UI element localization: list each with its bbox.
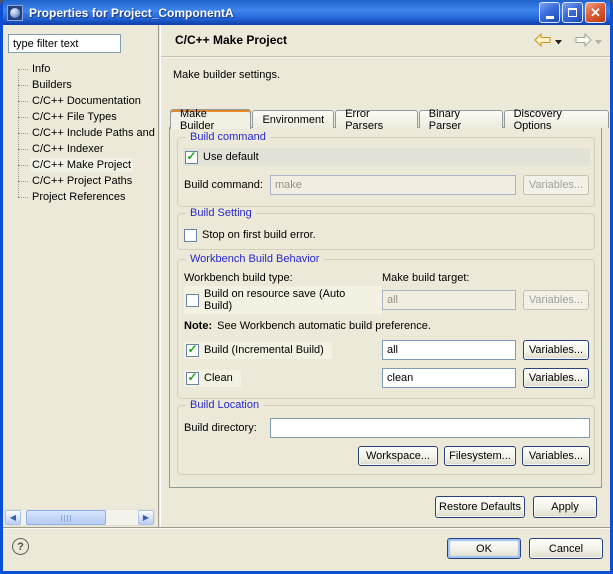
- incremental-build-checkbox[interactable]: [186, 344, 199, 357]
- auto-build-checkbox-row[interactable]: Build on resource save (Auto Build): [184, 286, 382, 314]
- maximize-icon: [568, 8, 577, 17]
- auto-build-label: Build on resource save (Auto Build): [204, 288, 374, 312]
- build-command-variables-button[interactable]: Variables...: [523, 175, 589, 195]
- close-button[interactable]: ✕: [585, 2, 606, 23]
- main-panel: C/C++ Make Project: [160, 25, 610, 527]
- workbench-build-behavior-group: Workbench Build Behavior Workbench build…: [177, 259, 595, 399]
- build-setting-group-title: Build Setting: [186, 207, 256, 219]
- filesystem-button[interactable]: Filesystem...: [444, 446, 516, 466]
- build-command-field[interactable]: [270, 175, 516, 195]
- page-description: Make builder settings.: [173, 69, 280, 81]
- maximize-button[interactable]: [562, 2, 583, 23]
- build-command-label: Build command:: [184, 179, 270, 191]
- make-builder-tab-panel: Build command Use default Build command:…: [169, 127, 602, 488]
- tree-item-builders[interactable]: Builders: [9, 77, 158, 93]
- back-dropdown-icon[interactable]: [555, 36, 562, 48]
- tree-item-cpp-file-types[interactable]: C/C++ File Types: [9, 109, 158, 125]
- tab-make-builder[interactable]: Make Builder: [170, 109, 251, 129]
- tree-item-cpp-documentation[interactable]: C/C++ Documentation: [9, 93, 158, 109]
- tab-error-parsers[interactable]: Error Parsers: [335, 110, 418, 128]
- properties-tree: Info Builders C/C++ Documentation C/C++ …: [9, 61, 158, 205]
- title-bar[interactable]: Properties for Project_ComponentA ✕: [3, 0, 610, 25]
- sidebar-horizontal-scrollbar[interactable]: ◀ ▶: [4, 509, 155, 526]
- build-directory-field[interactable]: [270, 418, 590, 438]
- page-title: C/C++ Make Project: [175, 33, 287, 47]
- note-label: Note:: [184, 320, 212, 332]
- window-title: Properties for Project_ComponentA: [29, 6, 539, 20]
- scroll-left-icon[interactable]: ◀: [5, 510, 21, 525]
- dialog-footer: ? OK Cancel: [3, 529, 610, 571]
- stop-on-error-label: Stop on first build error.: [202, 229, 316, 241]
- tree-item-project-references[interactable]: Project References: [9, 189, 158, 205]
- ok-button[interactable]: OK: [447, 538, 521, 559]
- clean-variables-button[interactable]: Variables...: [523, 368, 589, 388]
- build-directory-label: Build directory:: [184, 422, 270, 434]
- tree-item-cpp-project-paths[interactable]: C/C++ Project Paths: [9, 173, 158, 189]
- tab-discovery-options[interactable]: Discovery Options: [504, 110, 609, 128]
- auto-build-checkbox[interactable]: [186, 294, 199, 307]
- make-build-target-label: Make build target:: [382, 272, 469, 284]
- incremental-build-label: Build (Incremental Build): [204, 344, 324, 356]
- workbench-build-type-label: Workbench build type:: [184, 272, 382, 284]
- tab-environment[interactable]: Environment: [252, 110, 334, 128]
- incremental-build-target-field[interactable]: [382, 340, 516, 360]
- use-default-checkbox[interactable]: [185, 151, 198, 164]
- tree-item-cpp-include-paths[interactable]: C/C++ Include Paths and: [9, 125, 158, 141]
- use-default-label: Use default: [203, 151, 259, 163]
- forward-icon[interactable]: [574, 33, 592, 50]
- restore-defaults-button[interactable]: Restore Defaults: [435, 496, 525, 518]
- build-command-group-title: Build command: [186, 131, 270, 143]
- use-default-checkbox-row[interactable]: Use default: [183, 148, 590, 166]
- auto-build-variables-button[interactable]: Variables...: [523, 290, 589, 310]
- incremental-build-variables-button[interactable]: Variables...: [523, 340, 589, 360]
- properties-dialog-window: Properties for Project_ComponentA ✕ Info…: [0, 0, 613, 574]
- auto-build-target-field[interactable]: [382, 290, 516, 310]
- build-location-group-title: Build Location: [186, 399, 263, 411]
- properties-sidebar: Info Builders C/C++ Documentation C/C++ …: [3, 25, 159, 527]
- build-location-variables-button[interactable]: Variables...: [522, 446, 590, 466]
- close-icon: ✕: [590, 5, 601, 21]
- filter-input[interactable]: [8, 34, 121, 53]
- window-icon[interactable]: [7, 5, 23, 21]
- clean-target-field[interactable]: [382, 368, 516, 388]
- tree-item-cpp-make-project[interactable]: C/C++ Make Project: [9, 157, 158, 173]
- help-icon[interactable]: ?: [12, 538, 29, 555]
- build-location-group: Build Location Build directory: Workspac…: [177, 405, 595, 475]
- back-icon[interactable]: [534, 33, 552, 50]
- tree-item-info[interactable]: Info: [9, 61, 158, 77]
- clean-checkbox-row[interactable]: Clean: [184, 370, 241, 387]
- stop-on-error-checkbox-row[interactable]: Stop on first build error.: [184, 229, 316, 242]
- scroll-right-icon[interactable]: ▶: [138, 510, 154, 525]
- minimize-button[interactable]: [539, 2, 560, 23]
- tab-bar: Make Builder Environment Error Parsers B…: [170, 108, 610, 128]
- workspace-button[interactable]: Workspace...: [358, 446, 438, 466]
- clean-label: Clean: [204, 372, 233, 384]
- scrollbar-track[interactable]: [21, 510, 138, 525]
- clean-checkbox[interactable]: [186, 372, 199, 385]
- footer-divider: [3, 527, 610, 528]
- cancel-button[interactable]: Cancel: [529, 538, 603, 559]
- tree-item-cpp-indexer[interactable]: C/C++ Indexer: [9, 141, 158, 157]
- scrollbar-thumb[interactable]: [26, 510, 106, 525]
- minimize-icon: [546, 16, 554, 19]
- stop-on-error-checkbox[interactable]: [184, 229, 197, 242]
- forward-dropdown-icon[interactable]: [595, 36, 602, 48]
- apply-button[interactable]: Apply: [533, 496, 597, 518]
- tab-binary-parser[interactable]: Binary Parser: [419, 110, 503, 128]
- incremental-build-checkbox-row[interactable]: Build (Incremental Build): [184, 342, 332, 359]
- build-setting-group: Build Setting Stop on first build error.: [177, 213, 595, 250]
- workbench-group-title: Workbench Build Behavior: [186, 253, 323, 265]
- note-text: See Workbench automatic build preference…: [217, 320, 431, 332]
- page-header: C/C++ Make Project: [161, 25, 610, 57]
- build-command-group: Build command Use default Build command:…: [177, 137, 595, 207]
